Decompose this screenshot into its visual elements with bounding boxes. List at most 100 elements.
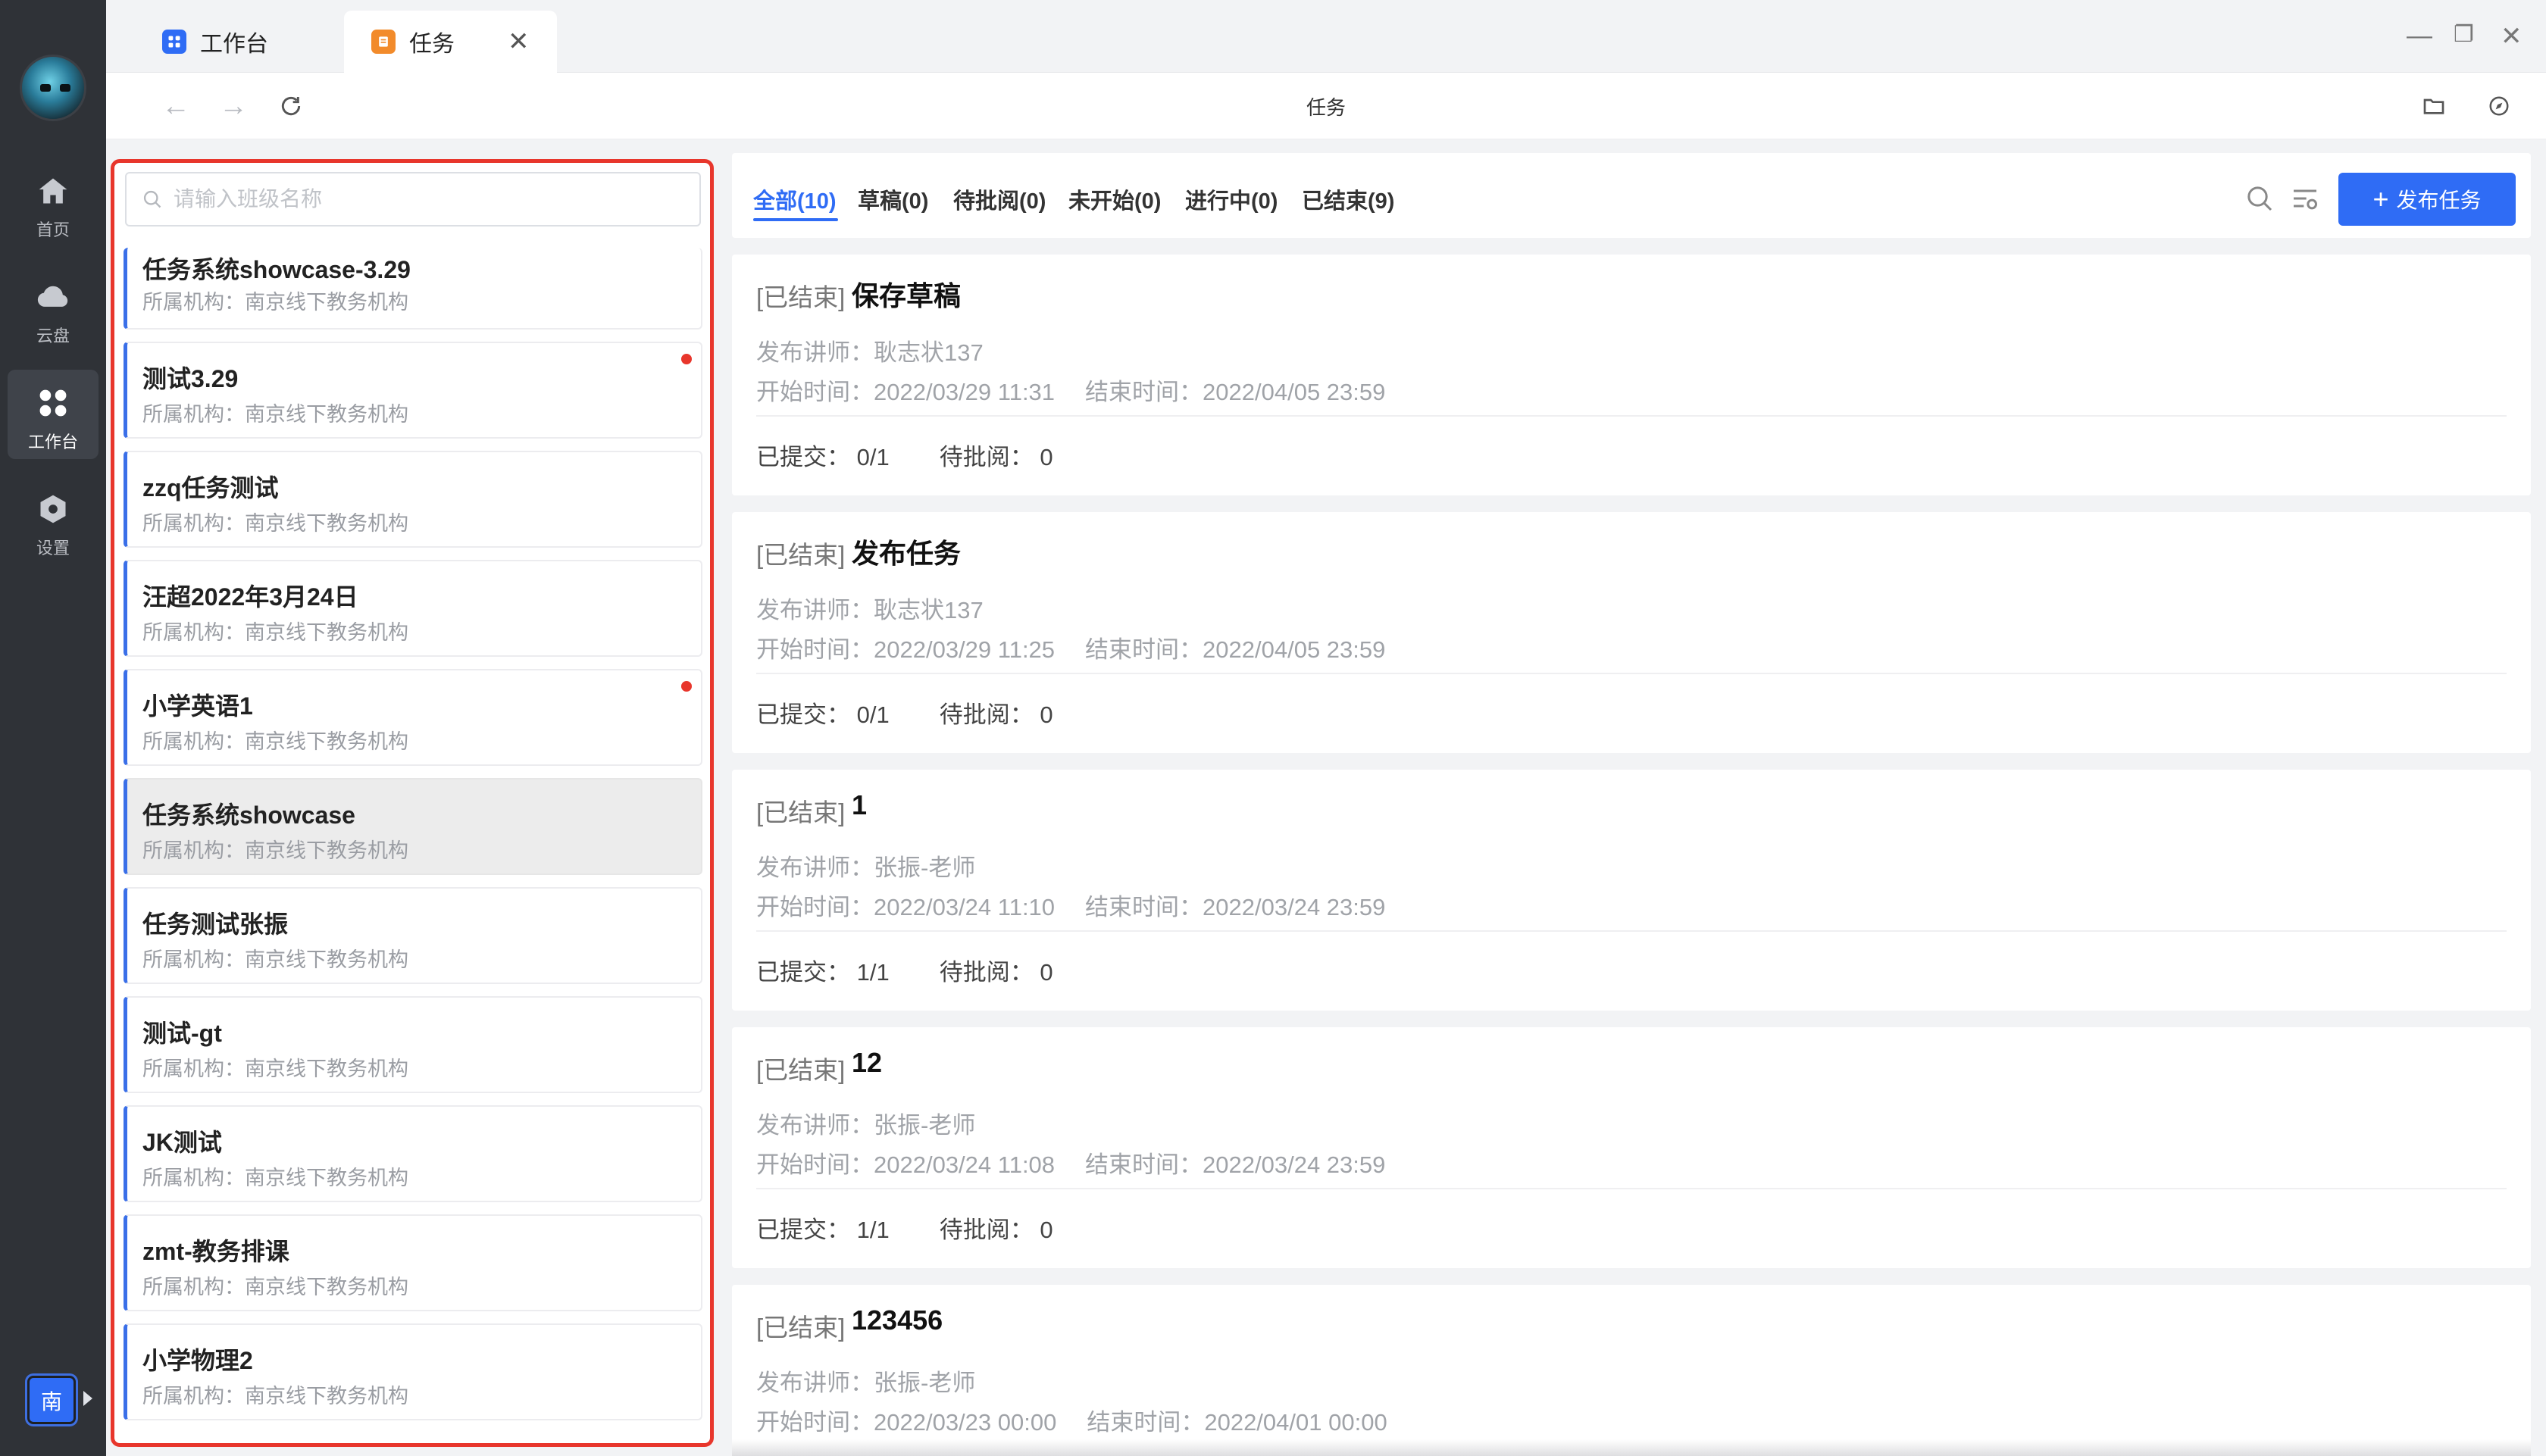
browser-toolbar: ← → 任务 — [106, 73, 2546, 139]
class-org: 所属机构：南京线下教务机构 — [142, 948, 408, 971]
filter-settings-icon[interactable] — [2290, 183, 2320, 214]
nav-home[interactable]: 首页 — [8, 158, 99, 247]
task-tab-icon — [371, 30, 396, 54]
task-time: 开始时间：2022/03/29 11:31 结束时间：2022/04/05 23:… — [756, 379, 1386, 405]
filter-tab-in-progress[interactable]: 进行中(0) — [1185, 183, 1278, 215]
filter-tab-not-started[interactable]: 未开始(0) — [1068, 183, 1161, 215]
settings-icon — [40, 495, 66, 523]
filter-tab-draft[interactable]: 草稿(0) — [858, 183, 928, 215]
avatar-eye — [40, 84, 51, 92]
task-teacher: 发布讲师：张振-老师 — [756, 855, 976, 881]
task-card[interactable]: [已结束] 发布任务 发布讲师：耿志状137 开始时间：2022/03/29 1… — [732, 512, 2531, 753]
filter-tab-all[interactable]: 全部(10) — [753, 183, 837, 215]
class-name: 测试-gt — [142, 1020, 222, 1047]
task-title: 12 — [852, 1047, 883, 1078]
task-card[interactable]: [已结束] 1 发布讲师：张振-老师 开始时间：2022/03/24 11:10… — [732, 770, 2531, 1011]
restore-icon[interactable]: ❐ — [2454, 21, 2474, 48]
task-title: 123456 — [852, 1304, 943, 1336]
task-status: [已结束] — [756, 1056, 846, 1084]
class-item[interactable]: 测试3.29 所属机构：南京线下教务机构 — [124, 342, 702, 439]
window-close-icon[interactable]: ✕ — [2501, 21, 2523, 52]
publish-task-label: 发布任务 — [2396, 189, 2482, 212]
task-status: [已结束] — [756, 798, 846, 826]
class-search-box[interactable] — [125, 172, 701, 227]
search-icon[interactable] — [2244, 183, 2275, 214]
class-name: 任务系统showcase-3.29 — [142, 256, 411, 283]
task-filter-bar: 全部(10) 草稿(0) 待批阅(0) 未开始(0) 进行中(0) 已结束(9)… — [732, 153, 2531, 238]
class-search-input[interactable] — [174, 187, 658, 211]
class-org: 所属机构：南京线下教务机构 — [142, 291, 408, 314]
unread-dot — [681, 354, 692, 364]
task-stats: 已提交： 1/1 待批阅： 0 — [756, 959, 1053, 986]
home-icon — [39, 178, 67, 204]
unread-dot — [681, 681, 692, 692]
nav-workbench[interactable]: 工作台 — [8, 370, 99, 459]
publish-task-button[interactable]: + 发布任务 — [2338, 173, 2516, 226]
search-icon — [143, 190, 161, 208]
nav-settings-label: 设置 — [36, 539, 70, 558]
nav-cloud[interactable]: 云盘 — [8, 264, 99, 353]
filter-tab-ended[interactable]: 已结束(9) — [1302, 183, 1394, 215]
class-item[interactable]: 任务系统showcase-3.29 所属机构：南京线下教务机构 — [124, 248, 702, 330]
task-card[interactable]: [已结束] 保存草稿 发布讲师：耿志状137 开始时间：2022/03/29 1… — [732, 255, 2531, 495]
active-tab-underline — [753, 218, 838, 221]
class-org: 所属机构：南京线下教务机构 — [142, 730, 408, 753]
user-avatar[interactable] — [20, 55, 86, 121]
class-org: 所属机构：南京线下教务机构 — [142, 1385, 408, 1408]
task-teacher: 发布讲师：耿志状137 — [756, 339, 984, 366]
task-teacher: 发布讲师：张振-老师 — [756, 1370, 976, 1396]
class-name: 任务系统showcase — [142, 801, 355, 829]
class-org: 所属机构：南京线下教务机构 — [142, 512, 408, 535]
workbench-tab-icon — [162, 30, 186, 54]
class-org: 所属机构：南京线下教务机构 — [142, 1276, 408, 1298]
task-time: 开始时间：2022/03/24 11:10 结束时间：2022/03/24 23:… — [756, 894, 1386, 920]
task-card[interactable]: [已结束] 123456 发布讲师：张振-老师 开始时间：2022/03/23 … — [732, 1285, 2531, 1456]
task-stats: 已提交： 0/1 待批阅： 0 — [756, 701, 1053, 728]
task-title: 1 — [852, 789, 868, 820]
task-title: 发布任务 — [852, 538, 962, 569]
class-name: 任务测试张振 — [142, 911, 289, 938]
class-item[interactable]: JK测试 所属机构：南京线下教务机构 — [124, 1105, 702, 1202]
class-item[interactable]: zmt-教务排课 所属机构：南京线下教务机构 — [124, 1214, 702, 1311]
class-item-selected[interactable]: 任务系统showcase 所属机构：南京线下教务机构 — [124, 778, 702, 875]
compass-icon[interactable] — [2481, 88, 2517, 124]
task-teacher: 发布讲师：耿志状137 — [756, 597, 984, 623]
task-time: 开始时间：2022/03/23 00:00 结束时间：2022/04/01 00:… — [756, 1409, 1387, 1436]
tab-task-label: 任务 — [409, 32, 455, 57]
task-status: [已结束] — [756, 283, 846, 311]
filter-tab-pending-review[interactable]: 待批阅(0) — [953, 183, 1046, 215]
class-item[interactable]: zzq任务测试 所属机构：南京线下教务机构 — [124, 451, 702, 548]
class-name: 小学英语1 — [142, 692, 253, 720]
class-item[interactable]: 汪超2022年3月24日 所属机构：南京线下教务机构 — [124, 560, 702, 657]
tab-task[interactable]: 任务 ✕ — [344, 11, 557, 73]
task-teacher: 发布讲师：张振-老师 — [756, 1112, 976, 1139]
minimize-icon[interactable]: — — [2407, 21, 2432, 51]
cloud-icon — [37, 286, 68, 307]
tab-workbench[interactable]: 工作台 — [135, 11, 296, 73]
class-item[interactable]: 任务测试张振 所属机构：南京线下教务机构 — [124, 887, 702, 984]
task-card[interactable]: [已结束] 12 发布讲师：张振-老师 开始时间：2022/03/24 11:0… — [732, 1027, 2531, 1268]
nav-home-label: 首页 — [36, 220, 70, 239]
nav-cloud-label: 云盘 — [36, 327, 70, 345]
class-name: 小学物理2 — [142, 1347, 253, 1374]
class-item[interactable]: 测试-gt 所属机构：南京线下教务机构 — [124, 996, 702, 1093]
task-time: 开始时间：2022/03/29 11:25 结束时间：2022/04/05 23:… — [756, 636, 1386, 663]
nav-workbench-label: 工作台 — [27, 433, 78, 451]
folder-icon[interactable] — [2416, 88, 2452, 124]
class-name: zmt-教务排课 — [142, 1238, 289, 1265]
class-name: 汪超2022年3月24日 — [142, 583, 358, 611]
page-title: 任务 — [1306, 96, 1346, 119]
class-item[interactable]: 小学英语1 所属机构：南京线下教务机构 — [124, 669, 702, 766]
nav-settings[interactable]: 设置 — [8, 476, 99, 565]
task-time: 开始时间：2022/03/24 11:08 结束时间：2022/03/24 23:… — [756, 1151, 1386, 1178]
class-list-panel: 任务系统showcase-3.29 所属机构：南京线下教务机构 测试3.29 所… — [111, 159, 714, 1447]
class-item[interactable]: 小学物理2 所属机构：南京线下教务机构 — [124, 1323, 702, 1420]
close-tab-icon[interactable]: ✕ — [508, 27, 530, 57]
card-divider — [756, 415, 2507, 417]
card-divider — [756, 930, 2507, 932]
class-org: 所属机构：南京线下教务机构 — [142, 621, 408, 644]
org-expand-arrow-icon[interactable] — [83, 1391, 92, 1406]
task-title: 保存草稿 — [852, 280, 962, 311]
avatar-eye — [60, 84, 70, 92]
org-switcher-badge[interactable]: 南 — [27, 1376, 76, 1424]
